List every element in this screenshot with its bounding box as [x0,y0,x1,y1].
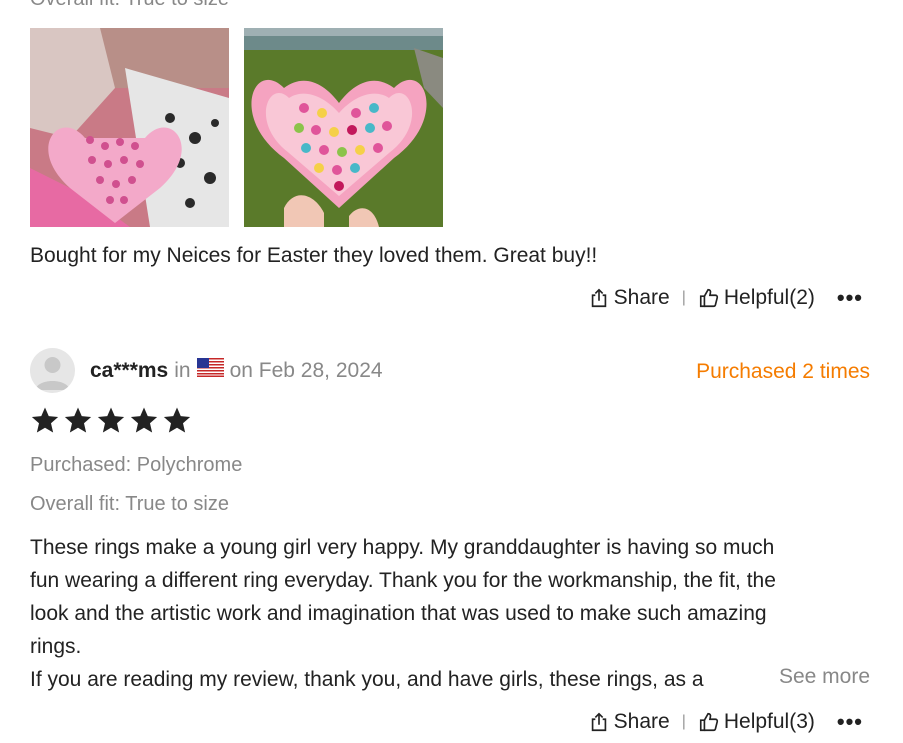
share-label: Share [613,286,670,309]
review-photo-1[interactable] [30,28,229,227]
overall-fit-label: Overall fit: True to size [30,0,229,11]
thumbs-up-icon [699,288,718,308]
helpful-label: Helpful(2) [723,286,815,309]
share-button[interactable]: Share [588,286,670,310]
reviewer-info: ca***ms in on Feb 28, 2024 [90,358,383,383]
star-icon [31,407,59,433]
review-text-line: If you are reading my review, thank you,… [30,668,704,691]
thumbs-up-icon [699,712,718,732]
review-date: on Feb 28, 2024 [229,358,383,382]
share-icon [591,288,606,308]
review-text-line: look and the artistic work and imaginati… [30,602,767,625]
more-options-icon[interactable]: ••• [837,285,863,311]
review-actions: Share | Helpful(2) ••• [588,285,863,311]
helpful-button[interactable]: Helpful(3) [698,710,815,734]
purchase-count-badge: Purchased 2 times [696,360,870,383]
share-icon [591,712,606,732]
review-actions: Share | Helpful(3) ••• [588,709,863,735]
helpful-button[interactable]: Helpful(2) [698,286,815,310]
star-icon [130,407,158,433]
helpful-label: Helpful(3) [723,710,815,733]
star-icon [163,407,191,433]
reviewer-name: ca***ms [90,358,169,382]
review-text-line: These rings make a young girl very happy… [30,536,775,559]
review-text: Bought for my Neices for Easter they lov… [30,244,598,267]
review-text: These rings make a young girl very happy… [30,531,776,696]
in-label: in [174,358,191,382]
star-icon [97,407,125,433]
review-text-line: rings. [30,635,82,658]
more-options-icon[interactable]: ••• [837,709,863,735]
avatar [30,348,75,393]
divider: | [681,713,686,730]
star-rating [30,405,192,435]
us-flag-icon [196,358,224,383]
overall-fit: Overall fit: True to size [30,493,229,515]
purchased-variant: Purchased: Polychrome [30,454,243,476]
review-photo-2[interactable] [244,28,443,227]
share-button[interactable]: Share [588,710,670,734]
review-text-line: fun wearing a different ring everyday. T… [30,569,776,592]
review-photos [30,28,443,227]
star-icon [64,407,92,433]
divider: | [681,289,686,306]
see-more-link[interactable]: See more [738,665,870,689]
share-label: Share [613,710,670,733]
